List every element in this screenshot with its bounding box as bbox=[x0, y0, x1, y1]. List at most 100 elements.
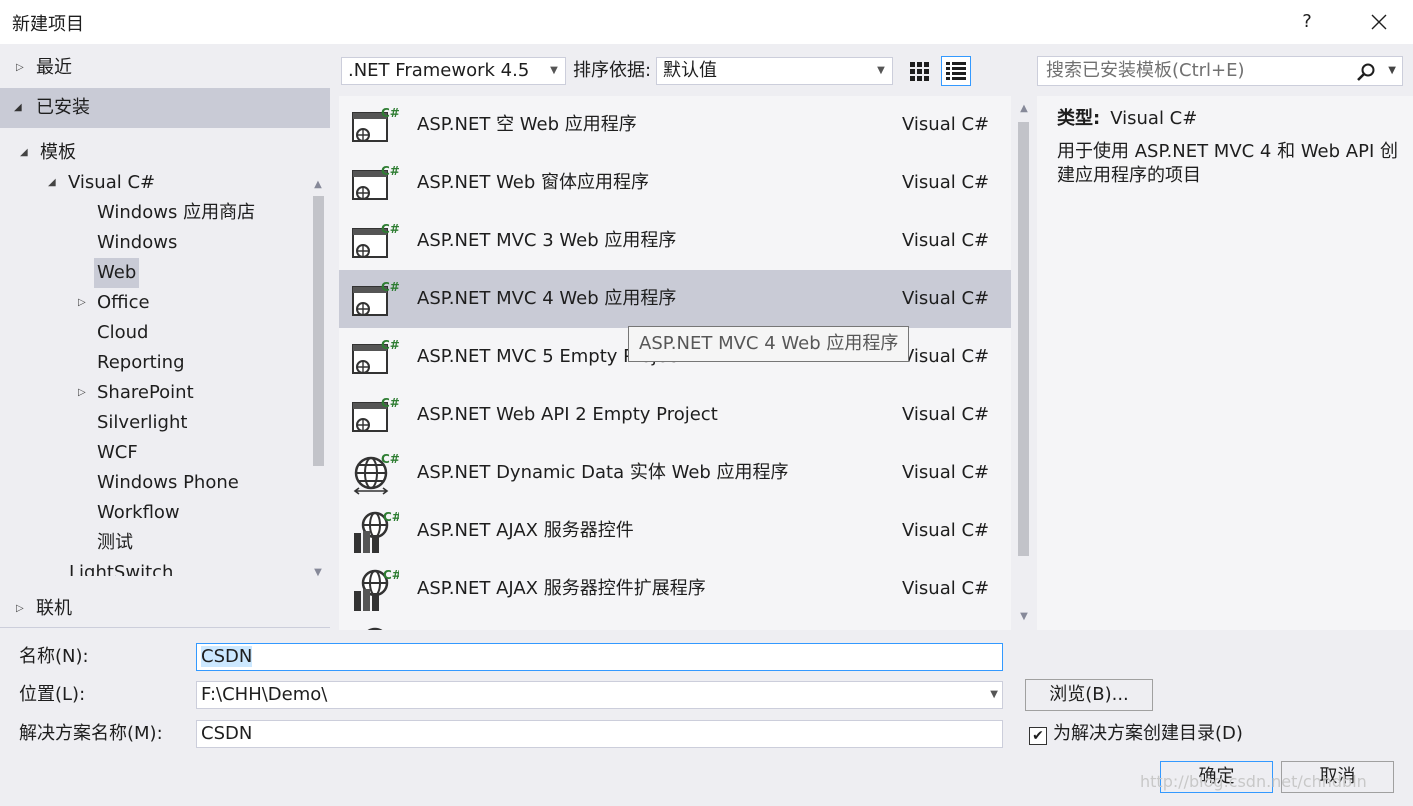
framework-value: .NET Framework 4.5 bbox=[348, 60, 530, 81]
type-label: 类型: bbox=[1057, 108, 1101, 129]
template-language: Visual C# bbox=[902, 578, 990, 599]
tree-node-windows[interactable]: Windows bbox=[97, 228, 177, 258]
template-language: Visual C# bbox=[902, 520, 990, 541]
tooltip: ASP.NET MVC 4 Web 应用程序 bbox=[628, 326, 910, 362]
template-item[interactable]: C# ASP.NET Dynamic Data 实体 Web 应用程序 Visu… bbox=[339, 444, 1011, 502]
search-box[interactable]: 搜索已安装模板(Ctrl+E) ▼ bbox=[1037, 56, 1403, 86]
category-panel: ▷ 最近 ◢ 已安装 ◢ 模板 ◢ Visual C# Windows 应用商店 W… bbox=[0, 44, 330, 634]
web-app-icon: C# bbox=[352, 106, 399, 142]
svg-text:C#: C# bbox=[381, 338, 399, 352]
list-view-button[interactable] bbox=[941, 56, 971, 86]
chevron-down-icon[interactable]: ▼ bbox=[990, 682, 998, 708]
chevron-down-icon: ▼ bbox=[550, 65, 558, 76]
tree-node-windows-phone[interactable]: Windows Phone bbox=[97, 468, 239, 498]
svg-text:C#: C# bbox=[383, 510, 399, 524]
svg-text:C#: C# bbox=[381, 396, 399, 410]
watermark: http://blog.csdn.net/chhdbln bbox=[1140, 772, 1367, 791]
type-value: Visual C# bbox=[1110, 108, 1198, 129]
template-language: Visual C# bbox=[902, 230, 990, 251]
expand-arrow-icon: ▷ bbox=[78, 297, 86, 308]
collapse-arrow-icon: ◢ bbox=[14, 102, 22, 113]
location-label: 位置(L): bbox=[19, 684, 86, 705]
scroll-up-icon[interactable]: ▲ bbox=[1014, 100, 1034, 118]
template-list-scroll-thumb[interactable] bbox=[1018, 122, 1029, 556]
category-recent[interactable]: ▷ 最近 bbox=[0, 48, 330, 88]
sort-dropdown[interactable]: 默认值 ▼ bbox=[656, 57, 893, 85]
tree-node-workflow[interactable]: Workflow bbox=[97, 498, 180, 528]
category-online-label: 联机 bbox=[36, 598, 72, 619]
name-field[interactable]: CSDN bbox=[196, 643, 1003, 671]
title-bar: 新建项目 ? bbox=[0, 0, 1413, 44]
svg-text:C#: C# bbox=[381, 222, 399, 236]
chevron-down-icon[interactable]: ▼ bbox=[1388, 57, 1396, 85]
template-item[interactable]: C# ASP.NET 空 Web 应用程序 Visual C# bbox=[339, 96, 1011, 154]
name-label: 名称(N): bbox=[19, 646, 89, 667]
collapse-arrow-icon: ◢ bbox=[48, 177, 56, 188]
globe-library-icon: C# bbox=[354, 510, 399, 553]
tree-node-sharepoint[interactable]: ▷ SharePoint bbox=[78, 378, 194, 408]
tree-node-silverlight[interactable]: Silverlight bbox=[97, 408, 187, 438]
tree-node-web[interactable]: Web bbox=[94, 258, 140, 288]
scroll-down-icon[interactable]: ▼ bbox=[308, 564, 328, 582]
tree-node-test[interactable]: 测试 bbox=[97, 528, 133, 558]
svg-text:C#: C# bbox=[381, 280, 399, 294]
template-tree: ◢ 模板 ◢ Visual C# Windows 应用商店 Windows Web … bbox=[0, 132, 330, 630]
category-installed[interactable]: ◢ 已安装 bbox=[0, 88, 330, 128]
template-language: Visual C# bbox=[902, 114, 990, 135]
collapse-arrow-icon: ◢ bbox=[20, 147, 28, 158]
web-app-icon: C# bbox=[352, 396, 399, 432]
tree-node-windows-store[interactable]: Windows 应用商店 bbox=[97, 198, 255, 228]
location-field[interactable]: F:\CHH\Demo\ ▼ bbox=[196, 681, 1003, 709]
category-online[interactable]: ▷ 联机 bbox=[0, 589, 330, 629]
search-input[interactable]: 搜索已安装模板(Ctrl+E) bbox=[1046, 57, 1245, 85]
create-directory-checkbox[interactable]: ✔ bbox=[1029, 727, 1047, 745]
small-icons-view-button[interactable] bbox=[905, 56, 935, 86]
solution-name-value: CSDN bbox=[201, 723, 253, 744]
template-language: Visual C# bbox=[902, 404, 990, 425]
tree-node-lightswitch[interactable]: LightSwitch bbox=[69, 558, 173, 576]
template-item[interactable]: C# ASP.NET Web 窗体应用程序 Visual C# bbox=[339, 154, 1011, 212]
tree-node-visual-csharp[interactable]: ◢ Visual C# bbox=[48, 168, 155, 198]
globe-library-icon: C# bbox=[354, 568, 399, 611]
dialog-title: 新建项目 bbox=[12, 14, 84, 35]
svg-text:C#: C# bbox=[381, 106, 399, 120]
svg-text:C#: C# bbox=[381, 452, 399, 466]
framework-dropdown[interactable]: .NET Framework 4.5 ▼ bbox=[341, 57, 566, 85]
scroll-up-icon[interactable]: ▲ bbox=[308, 176, 328, 194]
template-item[interactable]: C# ASP.NET Web API 2 Empty Project Visua… bbox=[339, 386, 1011, 444]
template-description: 用于使用 ASP.NET MVC 4 和 Web API 创建应用程序的项目 bbox=[1057, 141, 1398, 186]
globe-icon bbox=[367, 627, 383, 630]
details-panel: 类型: Visual C# 用于使用 ASP.NET MVC 4 和 Web AP… bbox=[1037, 96, 1413, 630]
template-item-partial[interactable] bbox=[339, 618, 1011, 630]
close-icon bbox=[1371, 14, 1387, 30]
tree-node-reporting[interactable]: Reporting bbox=[97, 348, 185, 378]
template-name: ASP.NET MVC 3 Web 应用程序 bbox=[417, 230, 677, 251]
web-app-icon: C# bbox=[352, 222, 399, 258]
search-icon[interactable] bbox=[1356, 62, 1376, 82]
close-button[interactable] bbox=[1359, 4, 1399, 40]
expand-arrow-icon: ▷ bbox=[78, 387, 86, 398]
template-item-selected[interactable]: C# ASP.NET MVC 4 Web 应用程序 Visual C# bbox=[339, 270, 1011, 328]
scroll-down-icon[interactable]: ▼ bbox=[1014, 608, 1034, 626]
template-item[interactable]: C# ASP.NET AJAX 服务器控件 Visual C# bbox=[339, 502, 1011, 560]
solution-name-field[interactable]: CSDN bbox=[196, 720, 1003, 748]
browse-button[interactable]: 浏览(B)... bbox=[1025, 679, 1153, 711]
tree-node-office[interactable]: ▷ Office bbox=[78, 288, 150, 318]
template-item[interactable]: C# ASP.NET MVC 3 Web 应用程序 Visual C# bbox=[339, 212, 1011, 270]
template-name: ASP.NET Dynamic Data 实体 Web 应用程序 bbox=[417, 462, 789, 483]
tree-scrollbar[interactable]: ▲ ▼ bbox=[308, 174, 328, 584]
tree-node-cloud[interactable]: Cloud bbox=[97, 318, 148, 348]
tree-node-wcf[interactable]: WCF bbox=[97, 438, 138, 468]
chevron-down-icon: ▼ bbox=[877, 65, 885, 76]
tree-node-templates[interactable]: ◢ 模板 bbox=[20, 138, 76, 168]
template-list-scrollbar[interactable]: ▲ ▼ bbox=[1014, 98, 1034, 628]
template-language: Visual C# bbox=[902, 172, 990, 193]
template-language: Visual C# bbox=[902, 288, 990, 309]
tree-scroll-thumb[interactable] bbox=[313, 196, 324, 466]
create-directory-label[interactable]: 为解决方案创建目录(D) bbox=[1053, 720, 1243, 748]
template-item[interactable]: C# ASP.NET AJAX 服务器控件扩展程序 Visual C# bbox=[339, 560, 1011, 618]
list-view-icon bbox=[946, 62, 966, 80]
location-value: F:\CHH\Demo\ bbox=[201, 684, 328, 705]
template-type: 类型: Visual C# bbox=[1057, 104, 1197, 130]
help-button[interactable]: ? bbox=[1292, 4, 1322, 40]
